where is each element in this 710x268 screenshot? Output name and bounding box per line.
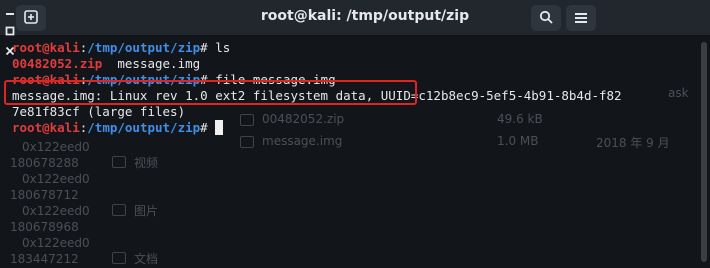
output-line: 00482052.zip message.img bbox=[12, 56, 200, 72]
hamburger-menu-icon bbox=[574, 9, 588, 28]
new-tab-icon bbox=[24, 9, 38, 28]
prompt-symbol: # bbox=[200, 120, 208, 135]
prompt-user: root@kali bbox=[12, 120, 80, 135]
menu-button[interactable] bbox=[566, 5, 596, 31]
search-button[interactable] bbox=[531, 5, 561, 31]
prompt-symbol: # bbox=[200, 40, 208, 55]
zip-file-entry: 00482052.zip bbox=[12, 56, 103, 71]
scrollbar[interactable] bbox=[698, 36, 710, 268]
scrollbar-thumb[interactable] bbox=[701, 42, 707, 262]
prompt-path: /tmp/output/zip bbox=[87, 40, 201, 55]
terminal-output[interactable]: root@kali:/tmp/output/zip# ls 00482052.z… bbox=[6, 38, 706, 268]
window-title: root@kali: /tmp/output/zip bbox=[260, 8, 470, 24]
terminal-window: root@kali: /tmp/output/zip 0x122eed0 180… bbox=[0, 0, 710, 268]
prompt-line: root@kali:/tmp/output/zip# bbox=[12, 120, 224, 136]
command-text: ls bbox=[207, 40, 231, 55]
title-bar: root@kali: /tmp/output/zip bbox=[0, 0, 710, 55]
command-text bbox=[208, 120, 216, 135]
prompt-line: root@kali:/tmp/output/zip# ls bbox=[12, 40, 230, 56]
minimize-icon bbox=[5, 1, 15, 20]
prompt-user: root@kali bbox=[12, 40, 80, 55]
prompt-path: /tmp/output/zip bbox=[87, 120, 201, 135]
new-tab-button[interactable] bbox=[16, 5, 46, 31]
search-icon bbox=[539, 9, 553, 28]
annotation-highlight-box bbox=[4, 80, 417, 105]
file-output-continuation: 7e81f83cf (large files) bbox=[12, 104, 186, 119]
img-file-entry: message.img bbox=[102, 56, 201, 71]
text-cursor bbox=[215, 120, 224, 135]
